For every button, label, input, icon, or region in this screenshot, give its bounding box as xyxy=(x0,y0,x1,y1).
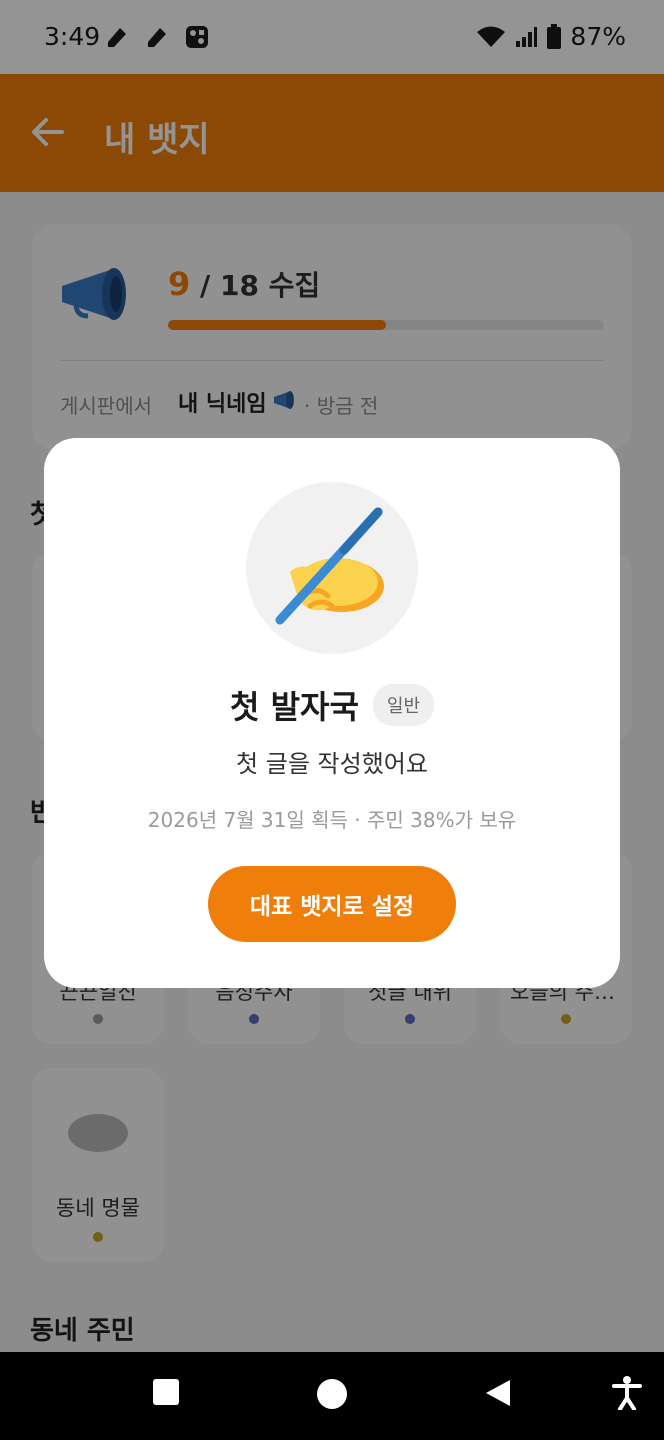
badge-title: 첫 발자국 xyxy=(229,688,359,726)
badge-name-row: 첫 발자국 일반 xyxy=(44,682,620,728)
set-representative-badge-button[interactable]: 대표 뱃지로 설정 xyxy=(208,866,456,942)
badge-icon-circle xyxy=(246,482,418,654)
home-icon[interactable] xyxy=(316,1378,348,1410)
badge-acquired-meta: 2026년 7월 31일 획득 · 주민 38%가 보유 xyxy=(147,808,517,832)
badge-description: 첫 글을 작성했어요 xyxy=(236,750,428,778)
system-nav-bar xyxy=(0,1352,664,1440)
back-icon[interactable] xyxy=(484,1378,514,1408)
badge-detail-dialog: 첫 발자국 일반 첫 글을 작성했어요 2026년 7월 31일 획득 · 주민… xyxy=(44,438,620,988)
recent-apps-icon[interactable] xyxy=(152,1378,180,1406)
rarity-tag: 일반 xyxy=(372,684,435,726)
accessibility-icon[interactable] xyxy=(612,1376,642,1410)
writing-hand-icon xyxy=(275,507,384,625)
